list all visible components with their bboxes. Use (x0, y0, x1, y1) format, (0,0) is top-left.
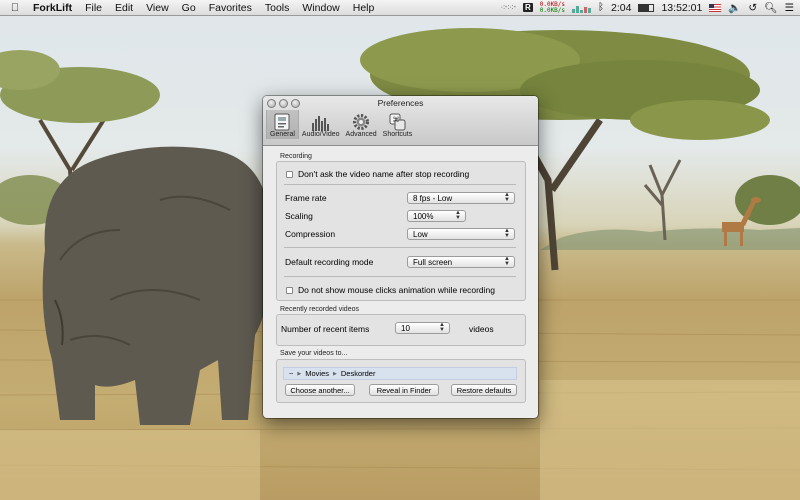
tab-advanced-label: Advanced (345, 131, 377, 138)
apple-menu-icon[interactable]:  (0, 2, 30, 14)
save-path-control[interactable]: ~ ▶ Movies ▶ Deskorder (283, 367, 517, 380)
menu-edit[interactable]: Edit (110, 2, 141, 14)
choose-another-button[interactable]: Choose another... (285, 384, 355, 396)
tab-shortcuts[interactable]: ⌘ Shortcuts (380, 110, 416, 139)
updown-arrows-icon: ▲ ▼ (455, 210, 461, 221)
ask-video-name-label[interactable]: Don't ask the video name after stop reco… (298, 169, 469, 179)
tab-audio-video-label: Audio/Video (301, 131, 340, 138)
recent-unit-label: videos (469, 324, 494, 334)
us-flag-input-icon[interactable] (709, 3, 722, 12)
path-home[interactable]: ~ (289, 369, 293, 378)
elephant (42, 146, 272, 425)
tab-general[interactable]: General (266, 110, 299, 139)
preferences-toolbar: Preferences General Audio/Video Advanced (263, 96, 538, 146)
restore-defaults-button[interactable]: Restore defaults (451, 384, 517, 396)
path-separator-icon: ▶ (297, 370, 302, 377)
recent-count-select[interactable]: 10 ▲ ▼ (395, 322, 450, 334)
recording-section-label: Recording (280, 153, 312, 160)
audio-video-icon (311, 113, 331, 131)
updown-arrows-icon: ▲ ▼ (504, 228, 510, 239)
default-mode-select[interactable]: Full screen ▲ ▼ (407, 256, 515, 268)
menu-window[interactable]: Window (297, 2, 347, 14)
frame-rate-select[interactable]: 8 fps - Low ▲ ▼ (407, 192, 515, 204)
svg-text:⌘: ⌘ (393, 116, 400, 124)
advanced-gear-icon (351, 113, 371, 131)
mouse-clicks-row: Do not show mouse clicks animation while… (286, 285, 495, 295)
battery-icon[interactable] (638, 3, 655, 12)
save-section-label: Save your videos to... (280, 350, 348, 357)
scaling-value: 100% (413, 211, 434, 221)
frame-rate-label: Frame rate (285, 193, 327, 203)
net-download-speed: 0.0KB/s (539, 6, 566, 14)
tab-advanced[interactable]: Advanced (343, 110, 380, 139)
updown-arrows-icon: ▲ ▼ (504, 192, 510, 203)
path-movies[interactable]: Movies (305, 369, 329, 378)
general-icon (272, 113, 292, 131)
clock[interactable]: 13:52:01 (661, 2, 702, 14)
time-machine-icon[interactable]: ↺ (748, 2, 757, 14)
default-mode-value: Full screen (413, 257, 453, 267)
scaling-select[interactable]: 100% ▲ ▼ (407, 210, 466, 222)
status-dots: ·:-:·:- (500, 4, 516, 11)
network-speed[interactable]: 0.0KB/s 0.0KB/s (539, 1, 566, 14)
path-separator-icon: ▶ (333, 370, 337, 377)
updown-arrows-icon: ▲ ▼ (439, 322, 445, 333)
menu-tools[interactable]: Tools (260, 2, 298, 14)
spotlight-search-icon[interactable]: 🔍︎ (764, 1, 777, 14)
bluetooth-icon[interactable]: ᛒ (598, 2, 604, 13)
tab-shortcuts-label: Shortcuts (382, 131, 413, 138)
menu-go[interactable]: Go (177, 2, 204, 14)
ask-video-name-checkbox[interactable] (286, 170, 293, 178)
frame-rate-value: 8 fps - Low (413, 193, 453, 203)
recent-count-value: 10 (401, 323, 410, 333)
status-menus: ·:-:·:- R 0.0KB/s 0.0KB/s ᛒ 2:04 13:52:0… (501, 0, 794, 15)
dead-tree (643, 159, 682, 241)
compression-select[interactable]: Low ▲ ▼ (407, 228, 515, 240)
save-box (276, 359, 526, 403)
default-mode-label: Default recording mode (285, 257, 374, 267)
menu-view[interactable]: View (141, 2, 177, 14)
notification-list-icon[interactable]: ☰ (785, 2, 794, 14)
compression-value: Low (413, 229, 428, 239)
compression-label: Compression (285, 229, 336, 239)
menu-bar:  ForkLift File Edit View Go Favorites T… (0, 0, 800, 16)
shortcuts-icon: ⌘ (387, 113, 407, 131)
divider (284, 276, 516, 277)
mouse-clicks-checkbox[interactable] (286, 286, 293, 294)
menu-help[interactable]: Help (348, 2, 383, 14)
reveal-in-finder-button[interactable]: Reveal in Finder (369, 384, 439, 396)
activity-meter-icon[interactable] (572, 3, 592, 13)
divider (284, 184, 516, 185)
tab-general-label: General (270, 131, 295, 138)
menu-favorites[interactable]: Favorites (204, 2, 260, 14)
path-folder[interactable]: Deskorder (341, 369, 376, 378)
mouse-clicks-label[interactable]: Do not show mouse clicks animation while… (298, 285, 495, 295)
ask-video-name-row: Don't ask the video name after stop reco… (286, 169, 469, 179)
preferences-tabs: General Audio/Video Advanced ⌘ Shortcuts (266, 110, 415, 139)
divider (284, 247, 516, 248)
scaling-label: Scaling (285, 211, 313, 221)
recent-section-label: Recently recorded videos (280, 306, 359, 313)
battery-time[interactable]: 2:04 (611, 2, 631, 14)
recorder-status-icon[interactable]: R (522, 3, 533, 12)
tab-audio-video[interactable]: Audio/Video (299, 110, 343, 139)
volume-icon[interactable]: 🔈 (728, 1, 741, 14)
window-title: Preferences (377, 98, 424, 108)
menu-app-name[interactable]: ForkLift (30, 2, 80, 14)
updown-arrows-icon: ▲ ▼ (504, 256, 510, 267)
menu-file[interactable]: File (80, 2, 110, 14)
recent-count-label: Number of recent items (281, 324, 370, 334)
